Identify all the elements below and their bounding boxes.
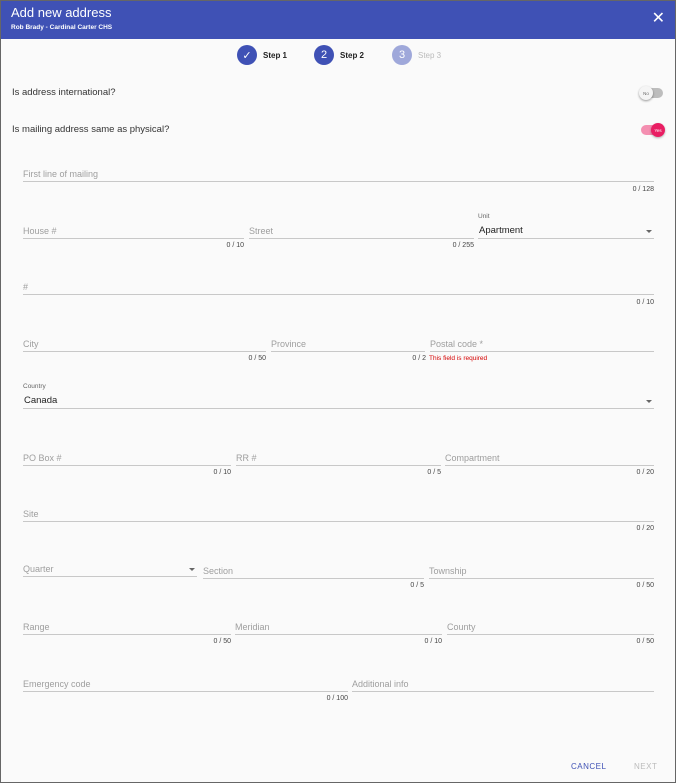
first-line-input[interactable]: First line of mailing	[23, 168, 654, 182]
postal-code-placeholder: Postal code *	[430, 339, 484, 349]
unit-select[interactable]: Unit Apartment	[478, 213, 654, 239]
township-input[interactable]: Township	[429, 565, 654, 579]
house-number-placeholder: House #	[23, 226, 57, 236]
international-question: Is address international?	[12, 87, 116, 98]
compartment-placeholder: Compartment	[445, 453, 500, 463]
unit-number-counter: 0 / 10	[636, 299, 654, 306]
county-placeholder: County	[447, 622, 476, 632]
dialog-header: Add new address Rob Brady - Cardinal Car…	[1, 1, 675, 39]
international-toggle[interactable]: No	[639, 86, 663, 100]
quarter-select[interactable]: Quarter	[23, 563, 197, 577]
province-placeholder: Province	[271, 339, 307, 349]
emergency-code-input[interactable]: Emergency code	[23, 678, 348, 692]
street-placeholder: Street	[249, 226, 274, 236]
emergency-code-counter: 0 / 100	[326, 695, 348, 702]
site-input[interactable]: Site	[23, 508, 654, 522]
po-box-input[interactable]: PO Box #	[23, 452, 231, 466]
postal-code-input[interactable]: Postal code *	[430, 338, 654, 352]
first-line-counter: 0 / 128	[632, 186, 654, 193]
unit-number-placeholder: #	[23, 282, 29, 292]
additional-info-placeholder: Additional info	[352, 679, 409, 689]
stepper: ✓ Step 1 2 Step 2 3 Step 3	[1, 45, 675, 69]
unit-number-input[interactable]: #	[23, 281, 654, 295]
unit-label: Unit	[478, 213, 490, 220]
house-number-input[interactable]: House #	[23, 225, 244, 239]
city-counter: 0 / 50	[248, 355, 266, 362]
step-2-label: Step 2	[340, 50, 365, 60]
step-2-number: 2	[314, 45, 334, 65]
dropdown-arrow-icon	[646, 230, 652, 233]
dropdown-arrow-icon	[646, 400, 652, 403]
emergency-code-placeholder: Emergency code	[23, 679, 91, 689]
township-counter: 0 / 50	[636, 582, 654, 589]
dropdown-arrow-icon	[189, 568, 195, 571]
postal-code-counter: 0 / 2	[412, 355, 426, 362]
unit-value: Apartment	[479, 225, 523, 236]
meridian-counter: 0 / 10	[424, 638, 442, 645]
county-input[interactable]: County	[447, 621, 654, 635]
compartment-counter: 0 / 20	[636, 469, 654, 476]
first-line-placeholder: First line of mailing	[23, 169, 99, 179]
international-toggle-knob: No	[639, 86, 653, 100]
step-3-number: 3	[392, 45, 412, 65]
meridian-placeholder: Meridian	[235, 622, 270, 632]
street-counter: 0 / 255	[452, 242, 474, 249]
township-placeholder: Township	[429, 566, 467, 576]
country-value: Canada	[24, 395, 58, 406]
rr-input[interactable]: RR #	[236, 452, 441, 466]
add-address-dialog: Add new address Rob Brady - Cardinal Car…	[0, 0, 676, 783]
same-as-physical-question: Is mailing address same as physical?	[12, 124, 170, 135]
dialog-subtitle: Rob Brady - Cardinal Carter CHS	[11, 24, 113, 31]
county-counter: 0 / 50	[636, 638, 654, 645]
quarter-placeholder: Quarter	[23, 564, 54, 574]
dialog-title: Add new address	[11, 5, 112, 20]
meridian-input[interactable]: Meridian	[235, 621, 442, 635]
country-label: Country	[23, 383, 46, 390]
city-input[interactable]: City	[23, 338, 266, 352]
step-1[interactable]: ✓ Step 1	[237, 45, 287, 65]
cancel-button[interactable]: CANCEL	[571, 762, 606, 771]
site-placeholder: Site	[23, 509, 39, 519]
site-counter: 0 / 20	[636, 525, 654, 532]
step-2[interactable]: 2 Step 2	[314, 45, 364, 65]
section-placeholder: Section	[203, 566, 234, 576]
po-box-placeholder: PO Box #	[23, 453, 62, 463]
same-as-physical-toggle-knob: Yes	[651, 123, 665, 137]
step-3: 3 Step 3	[392, 45, 441, 65]
street-input[interactable]: Street	[249, 225, 474, 239]
postal-code-error: This field is required	[429, 355, 488, 362]
section-counter: 0 / 5	[410, 582, 424, 589]
check-icon: ✓	[237, 45, 257, 65]
rr-counter: 0 / 5	[427, 469, 441, 476]
range-input[interactable]: Range	[23, 621, 231, 635]
step-3-label: Step 3	[418, 50, 442, 60]
compartment-input[interactable]: Compartment	[445, 452, 654, 466]
next-button[interactable]: NEXT	[634, 762, 657, 771]
close-icon[interactable]: ✕	[652, 10, 665, 28]
house-number-counter: 0 / 10	[226, 242, 244, 249]
section-input[interactable]: Section	[203, 565, 424, 579]
range-counter: 0 / 50	[213, 638, 231, 645]
range-placeholder: Range	[23, 622, 50, 632]
po-box-counter: 0 / 10	[213, 469, 231, 476]
country-select[interactable]: Country Canada	[23, 383, 654, 409]
city-placeholder: City	[23, 339, 39, 349]
step-1-label: Step 1	[263, 50, 288, 60]
rr-placeholder: RR #	[236, 453, 257, 463]
additional-info-input[interactable]: Additional info	[352, 678, 654, 692]
province-input[interactable]: Province	[271, 338, 425, 352]
same-as-physical-toggle[interactable]: Yes	[641, 123, 665, 137]
